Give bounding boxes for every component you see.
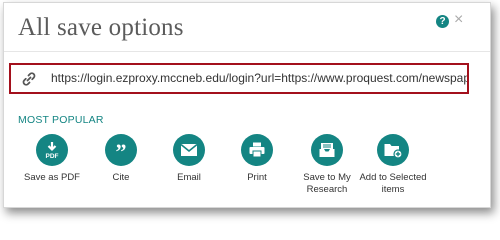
- download-pdf-icon[interactable]: PDF: [36, 134, 68, 166]
- close-icon[interactable]: ×: [454, 12, 463, 28]
- help-icon[interactable]: ?: [436, 15, 449, 28]
- inbox-tray-icon[interactable]: [311, 134, 343, 166]
- option-label: Print: [247, 172, 267, 183]
- permalink-field[interactable]: https://login.ezproxy.mccneb.edu/login?u…: [9, 63, 469, 94]
- print-option[interactable]: Print: [217, 134, 297, 184]
- printer-icon[interactable]: [241, 134, 273, 166]
- add-to-selected-items-option[interactable]: Add to Selected items: [353, 134, 433, 195]
- save-as-pdf-option[interactable]: PDF Save as PDF: [12, 134, 92, 184]
- folder-add-icon[interactable]: [377, 134, 409, 166]
- svg-text:”: ”: [116, 140, 127, 160]
- option-label: Save as PDF: [24, 172, 80, 183]
- most-popular-heading: MOST POPULAR: [18, 114, 104, 126]
- envelope-icon[interactable]: [173, 134, 205, 166]
- option-label: Add to Selected items: [359, 172, 427, 195]
- permalink-url[interactable]: https://login.ezproxy.mccneb.edu/login?u…: [51, 71, 467, 85]
- svg-text:PDF: PDF: [46, 153, 59, 160]
- save-options-dialog: All save options ? × https://login.ezpro…: [3, 2, 491, 208]
- header-divider: [4, 51, 490, 52]
- link-icon: [22, 72, 36, 86]
- save-options-list: PDF Save as PDF ” Cite Email Print Save …: [4, 134, 490, 207]
- dialog-title: All save options: [18, 14, 184, 41]
- quote-icon[interactable]: ”: [105, 134, 137, 166]
